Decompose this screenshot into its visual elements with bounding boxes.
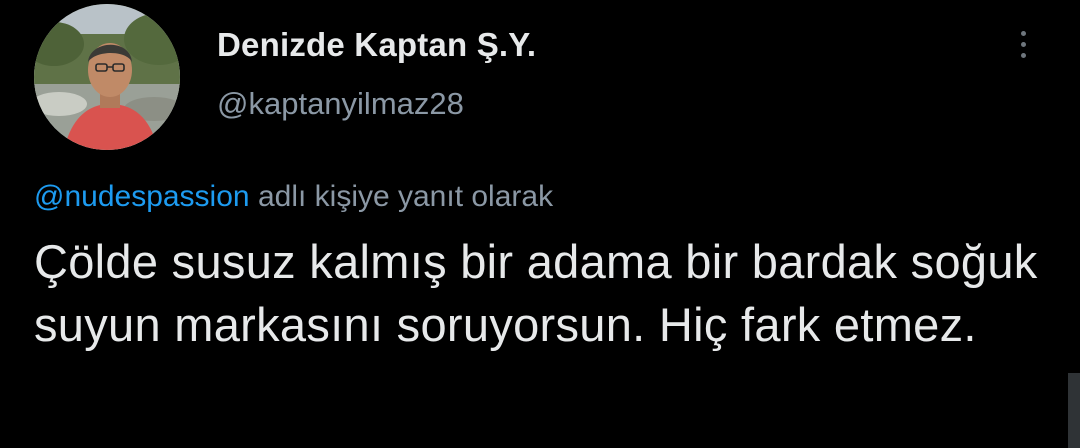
- tweet-text: Çölde susuz kalmış bir adama bir bardak …: [34, 235, 1038, 351]
- more-vertical-icon: [1020, 30, 1026, 36]
- more-vertical-icon-dot: [1020, 52, 1026, 58]
- profile-photo-icon: [34, 4, 180, 150]
- tweet-card: Denizde Kaptan Ş.Y. @kaptanyilmaz28 @nud…: [0, 0, 1080, 448]
- more-options-button[interactable]: [1008, 24, 1038, 64]
- author-avatar[interactable]: [34, 4, 180, 150]
- more-vertical-icon-dot: [1020, 41, 1026, 47]
- reply-suffix-text: adlı kişiye yanıt olarak: [249, 180, 554, 213]
- author-display-name[interactable]: Denizde Kaptan Ş.Y.: [217, 26, 536, 64]
- scrollbar-thumb[interactable]: [1068, 373, 1080, 448]
- reply-mention-link[interactable]: @nudespassion: [34, 180, 250, 213]
- author-username[interactable]: @kaptanyilmaz28: [217, 86, 464, 122]
- reply-context: @nudespassion adlı kişiye yanıt olarak: [34, 180, 553, 214]
